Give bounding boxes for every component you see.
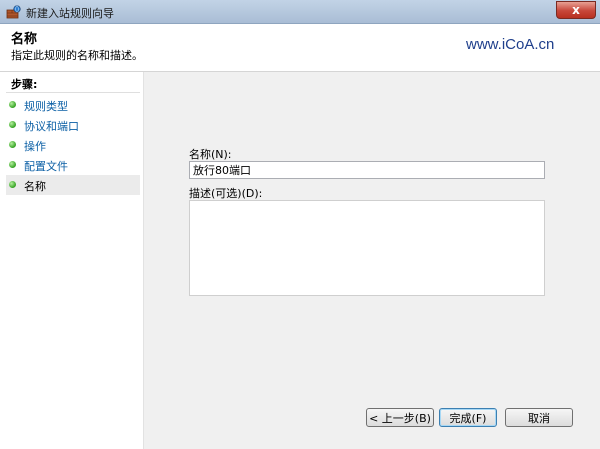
window-title: 新建入站规则向导 xyxy=(26,7,114,20)
step-profile[interactable]: 配置文件 xyxy=(6,155,140,175)
title-bar: 新建入站规则向导 x xyxy=(0,0,600,24)
step-bullet-icon xyxy=(9,101,16,108)
step-bullet-icon xyxy=(9,161,16,168)
steps-divider xyxy=(6,92,140,93)
site-watermark: www.iCoA.cn xyxy=(466,36,555,53)
step-bullet-icon xyxy=(9,141,16,148)
step-label: 名称 xyxy=(24,180,46,193)
page-title: 名称 xyxy=(11,32,38,47)
step-label: 协议和端口 xyxy=(24,120,79,133)
step-bullet-icon xyxy=(9,181,16,188)
step-protocol-ports[interactable]: 协议和端口 xyxy=(6,115,140,135)
step-name: 名称 xyxy=(6,175,140,195)
name-label: 名称(N): xyxy=(189,148,232,161)
steps-heading: 步骤: xyxy=(11,78,38,91)
description-textarea[interactable] xyxy=(189,200,545,296)
finish-button[interactable]: 完成(F) xyxy=(439,408,497,427)
back-button[interactable]: < 上一步(B) xyxy=(366,408,434,427)
page-subtitle: 指定此规则的名称和描述。 xyxy=(11,49,143,62)
cancel-button[interactable]: 取消 xyxy=(505,408,573,427)
step-label: 操作 xyxy=(24,140,46,153)
step-rule-type[interactable]: 规则类型 xyxy=(6,95,140,115)
step-label: 配置文件 xyxy=(24,160,68,173)
firewall-app-icon xyxy=(6,5,21,19)
description-label: 描述(可选)(D): xyxy=(189,187,263,200)
content-panel: 名称(N): 描述(可选)(D): < 上一步(B) 完成(F) 取消 xyxy=(144,72,600,449)
step-action[interactable]: 操作 xyxy=(6,135,140,155)
close-button[interactable]: x xyxy=(556,1,596,19)
step-bullet-icon xyxy=(9,121,16,128)
step-label: 规则类型 xyxy=(24,100,68,113)
steps-sidebar: 步骤: 规则类型 协议和端口 操作 配置文件 名称 xyxy=(0,72,144,449)
name-input[interactable] xyxy=(189,161,545,179)
page-header: 名称 指定此规则的名称和描述。 www.iCoA.cn xyxy=(0,24,600,72)
